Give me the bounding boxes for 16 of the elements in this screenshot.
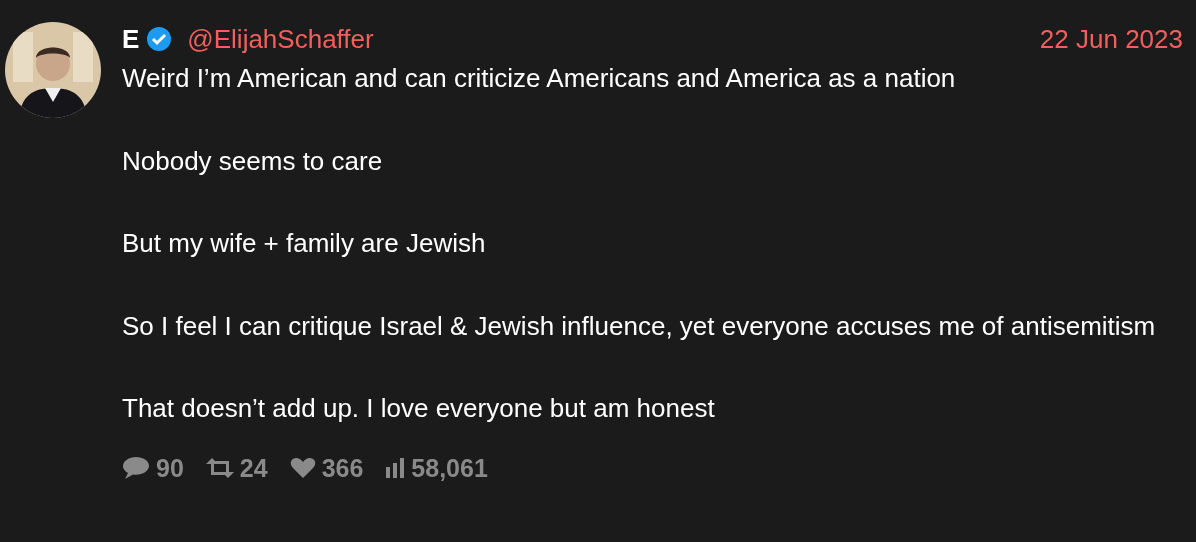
tweet-text: That doesn’t add up. I love everyone but am honest <box>122 392 716 425</box>
stat-count: 90 <box>156 452 184 484</box>
heart-icon <box>289 457 316 480</box>
stat-count: 366 <box>321 452 364 484</box>
author-name: E <box>122 22 140 56</box>
retweet-icon <box>205 457 234 480</box>
stat-count: 58,061 <box>411 452 488 484</box>
tweet-text: Nobody seems to care <box>122 144 384 178</box>
bar-chart-icon <box>385 458 406 479</box>
stat-count: 24 <box>239 452 268 484</box>
tweet-text: Weird I’m American and can criticize Americans and America as a nation <box>122 62 957 95</box>
tweet-text: So I feel I can critique Israel & Jewish influence, yet everyone accuses me of antisemitism <box>122 309 1157 343</box>
tweet-text: But my wife + family are Jewish <box>122 227 487 260</box>
speech-bubble-icon <box>122 456 150 481</box>
author-handle[interactable]: @ElijahSchaffer <box>187 19 374 59</box>
tweet-date: 22 Jun 2023 <box>1039 22 1183 56</box>
